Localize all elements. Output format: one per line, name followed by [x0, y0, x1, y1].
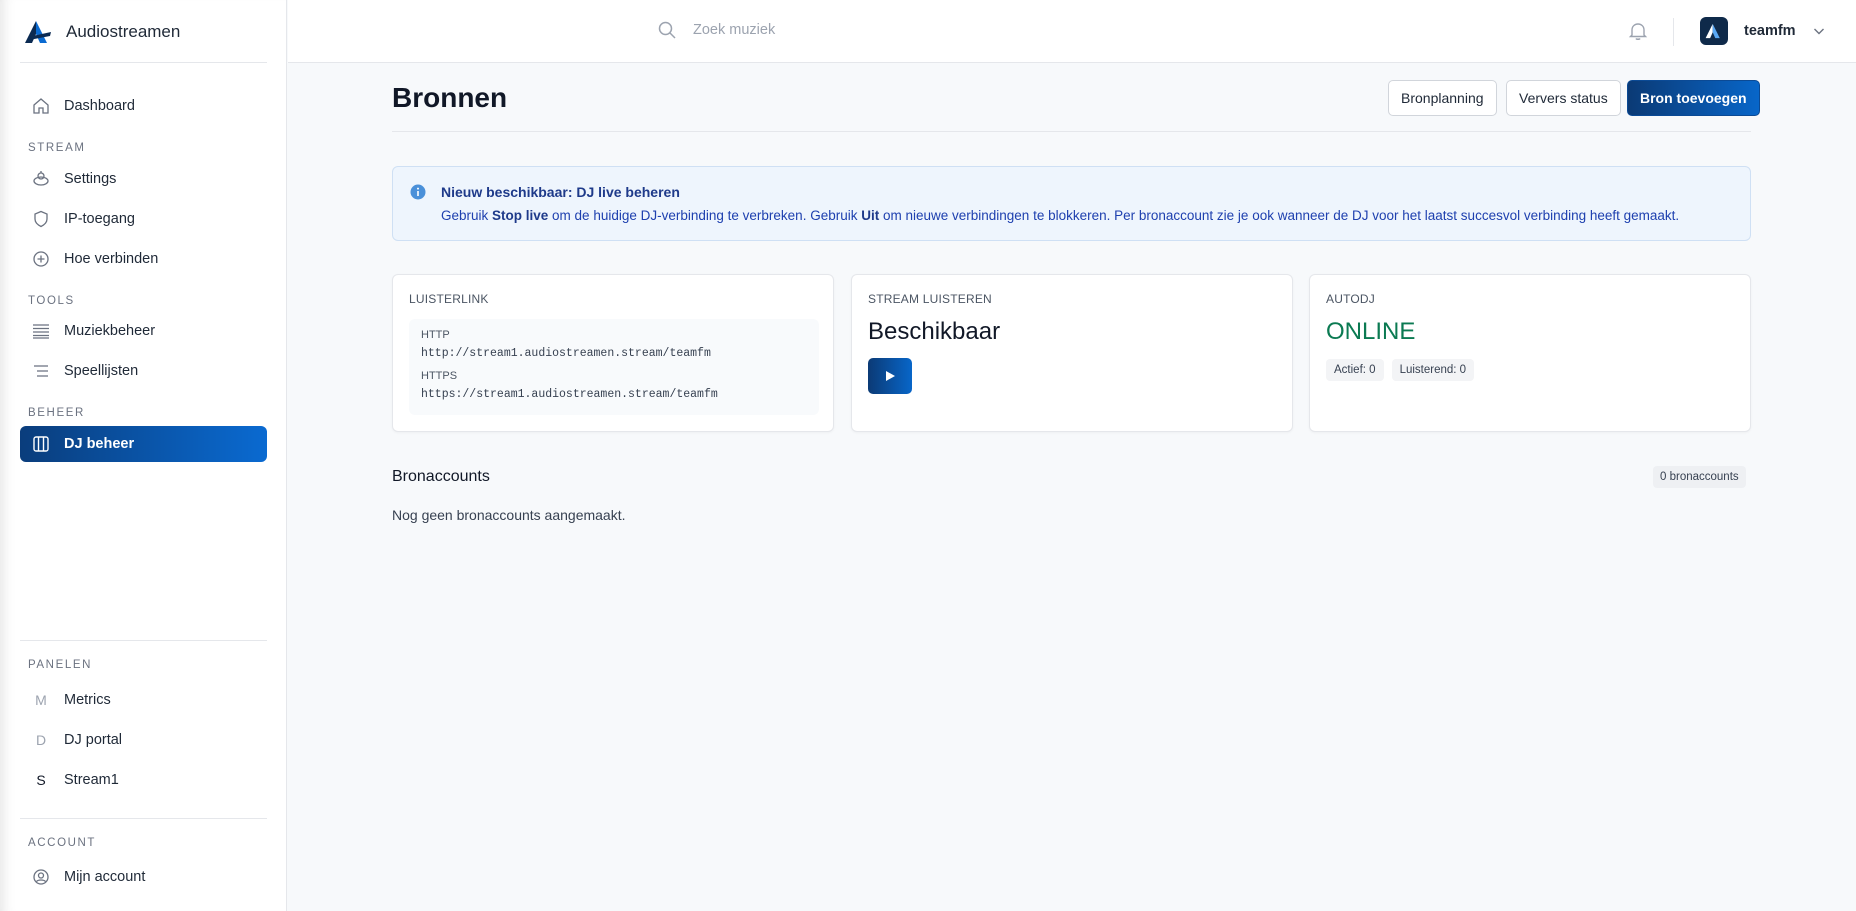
stream-listen-card: STREAM LUISTEREN Beschikbaar [851, 274, 1293, 432]
card-label: AUTODJ [1326, 292, 1375, 306]
user-circle-icon [32, 868, 50, 886]
http-label: HTTP [421, 329, 450, 341]
listen-link-card: LUISTERLINK HTTP http://stream1.audiostr… [392, 274, 834, 432]
active-count-badge: Actief: 0 [1326, 359, 1384, 381]
stream-status: Beschikbaar [868, 318, 1001, 345]
refresh-status-button[interactable]: Ververs status [1506, 80, 1621, 116]
http-url[interactable]: http://stream1.audiostreamen.stream/team… [421, 347, 807, 360]
search-input[interactable] [693, 22, 1073, 38]
page-title: Bronnen [392, 82, 508, 113]
sidebar-item-dashboard[interactable]: Dashboard [20, 88, 267, 124]
sidebar-section-account: ACCOUNT [28, 837, 97, 849]
sidebar-item-label: Stream1 [64, 772, 119, 788]
card-label: STREAM LUISTEREN [868, 292, 992, 306]
bronaccounts-title: Bronaccounts [392, 468, 490, 485]
username: teamfm [1744, 23, 1796, 39]
sidebar-item-label: DJ beheer [64, 436, 135, 452]
search-bar [657, 20, 1073, 40]
info-body: Gebruik Stop live om de huidige DJ-verbi… [441, 208, 1680, 223]
sidebar-item-label: DJ portal [64, 732, 123, 748]
sidebar-item-label: Speellijsten [64, 363, 139, 379]
sidebar-item-ip-toegang[interactable]: IP-toegang [20, 201, 267, 237]
bronaccounts-count-badge: 0 bronaccounts [1653, 466, 1746, 488]
music-list-icon [32, 322, 50, 340]
listen-links-box: HTTP http://stream1.audiostreamen.stream… [409, 319, 819, 415]
stop-live-text: Stop live [492, 208, 549, 223]
sidebar-divider [20, 62, 267, 63]
plus-circle-icon [32, 250, 50, 268]
card-label: LUISTERLINK [409, 292, 489, 306]
sidebar-section-beheer: BEHEER [28, 407, 85, 419]
sidebar-item-hoe-verbinden[interactable]: Hoe verbinden [20, 241, 267, 277]
sidebar-item-settings[interactable]: Settings [20, 161, 267, 197]
sidebar-divider [20, 818, 267, 819]
columns-icon [32, 435, 50, 453]
panel-letter: D [35, 732, 47, 748]
sidebar-divider [20, 640, 267, 641]
chevron-down-icon [1813, 28, 1824, 35]
play-button[interactable] [868, 358, 912, 394]
shield-icon [32, 210, 50, 228]
sidebar-item-label: Dashboard [64, 98, 135, 114]
user-menu[interactable]: teamfm [1700, 17, 1826, 45]
sidebar-item-label: Mijn account [64, 869, 146, 885]
avatar-logo-icon [1705, 23, 1720, 39]
sidebar-item-metrics[interactable]: M Metrics [20, 682, 267, 718]
https-url[interactable]: https://stream1.audiostreamen.stream/tea… [421, 388, 807, 401]
info-title: Nieuw beschikbaar: DJ live beheren [441, 184, 680, 200]
sidebar-item-label: Metrics [64, 692, 111, 708]
avatar [1700, 17, 1728, 45]
sidebar-item-mijn-account[interactable]: Mijn account [20, 859, 267, 895]
sidebar-section-stream: STREAM [28, 142, 86, 154]
sidebar-section-panelen: PANELEN [28, 659, 93, 671]
home-icon [32, 97, 50, 115]
sidebar: Audiostreamen Dashboard STREAM Settings … [0, 0, 287, 911]
info-icon [410, 184, 426, 200]
playlist-icon [32, 362, 50, 380]
uit-text: Uit [861, 208, 880, 223]
empty-state-text: Nog geen bronaccounts aangemaakt. [392, 507, 626, 523]
autodj-card: AUTODJ ONLINE Actief: 0 Luisterend: 0 [1309, 274, 1751, 432]
sidebar-item-dj-beheer[interactable]: DJ beheer [20, 426, 267, 462]
brand[interactable]: Audiostreamen [24, 18, 180, 46]
panel-letter: M [35, 692, 47, 708]
autodj-status: ONLINE [1326, 318, 1416, 345]
bell-icon[interactable] [1627, 20, 1649, 42]
sidebar-item-label: IP-toegang [64, 211, 135, 227]
sidebar-item-label: Settings [64, 171, 117, 187]
autodj-stats: Actief: 0 Luisterend: 0 [1326, 359, 1475, 381]
bronplanning-button[interactable]: Bronplanning [1388, 80, 1497, 116]
sidebar-item-muziekbeheer[interactable]: Muziekbeheer [20, 313, 267, 349]
brand-name: Audiostreamen [66, 22, 181, 41]
sidebar-item-speellijsten[interactable]: Speellijsten [20, 353, 267, 389]
search-icon [658, 21, 676, 39]
header-divider [392, 131, 1751, 132]
sidebar-item-stream1[interactable]: S Stream1 [20, 762, 267, 798]
settings-icon [32, 170, 50, 188]
play-icon [886, 371, 895, 381]
listening-count-badge: Luisterend: 0 [1391, 359, 1475, 381]
add-source-button[interactable]: Bron toevoegen [1627, 80, 1760, 116]
sidebar-item-dj-portal[interactable]: D DJ portal [20, 722, 267, 758]
sidebar-item-label: Hoe verbinden [64, 251, 159, 267]
topbar: teamfm [288, 0, 1856, 63]
info-banner: Nieuw beschikbaar: DJ live beheren Gebru… [392, 166, 1751, 241]
topbar-separator [1673, 18, 1674, 46]
sidebar-item-label: Muziekbeheer [64, 323, 156, 339]
https-label: HTTPS [421, 370, 458, 382]
panel-letter: S [36, 772, 46, 788]
audiostreamen-logo-icon [25, 21, 51, 43]
sidebar-section-tools: TOOLS [28, 295, 75, 307]
